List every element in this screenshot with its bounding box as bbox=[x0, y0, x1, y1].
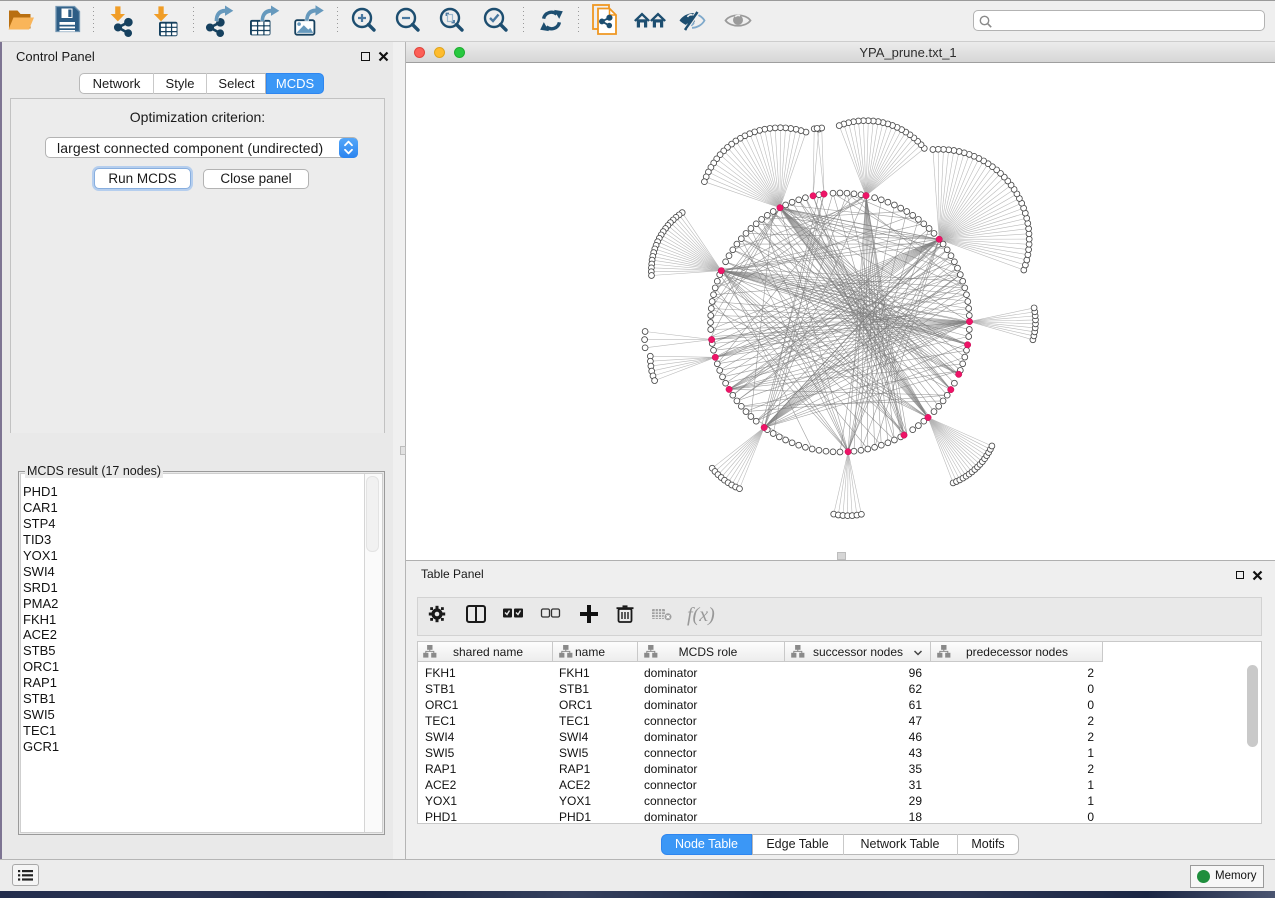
svg-text:f(x): f(x) bbox=[687, 604, 715, 626]
